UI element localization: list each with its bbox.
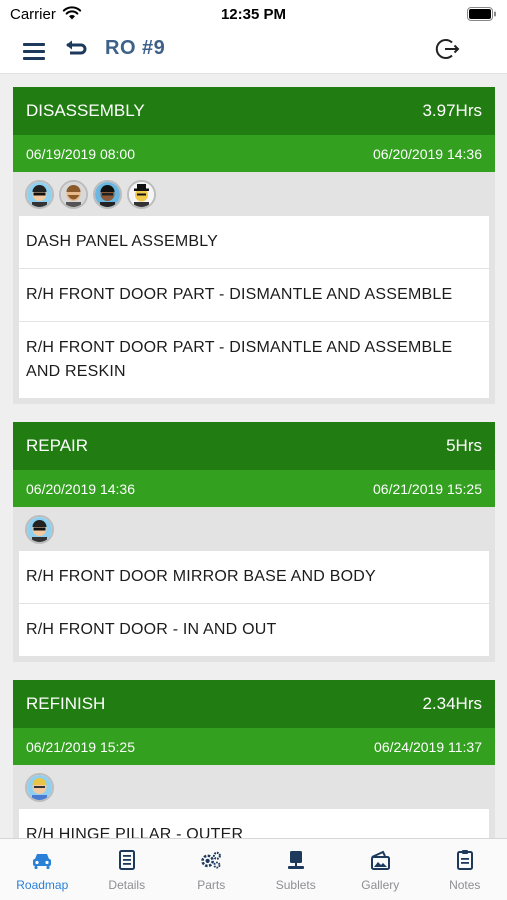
blonde-avatar[interactable] — [25, 772, 54, 802]
tab-label: Parts — [197, 878, 226, 892]
stage-start-date: 06/20/2019 14:36 — [26, 480, 135, 497]
tab-bar: Roadmap Details Parts Sublets Gallery No… — [0, 838, 507, 900]
stage-hours: 2.34Hrs — [422, 694, 482, 713]
task-item[interactable]: DASH PANEL ASSEMBLY — [19, 216, 489, 269]
stage-name: DISASSEMBLY — [26, 101, 145, 120]
stage-header: DISASSEMBLY 3.97Hrs — [13, 87, 495, 135]
tab-label: Sublets — [275, 878, 316, 892]
logout-icon[interactable] — [435, 36, 461, 62]
roadmap-screen: Carrier 12:35 PM RO #9 DISASSEMBLY 3.97H… — [0, 0, 507, 900]
task-item[interactable]: R/H FRONT DOOR PART - DISMANTLE AND ASSE… — [19, 269, 489, 322]
clock: 12:35 PM — [220, 6, 287, 23]
technician-avatars — [13, 172, 495, 216]
stage-name: REPAIR — [26, 436, 89, 455]
menu-icon[interactable] — [22, 40, 48, 62]
tab-label: Gallery — [361, 878, 400, 892]
tab-roadmap[interactable]: Roadmap — [0, 839, 85, 900]
task-item[interactable]: R/H FRONT DOOR PART - DISMANTLE AND ASSE… — [19, 322, 489, 398]
stage-card-disassembly[interactable]: DISASSEMBLY 3.97Hrs 06/19/2019 08:00 06/… — [13, 87, 495, 404]
task-item[interactable]: R/H FRONT DOOR - IN AND OUT — [19, 604, 489, 656]
document-icon — [118, 850, 135, 870]
monitor-icon — [287, 851, 304, 869]
back-arrow-icon[interactable] — [64, 39, 88, 61]
stage-end-date: 06/20/2019 14:36 — [373, 145, 482, 162]
stage-hours: 3.97Hrs — [422, 101, 482, 120]
technician-avatars — [13, 507, 495, 551]
battery-icon — [467, 7, 496, 21]
tab-parts[interactable]: Parts — [169, 839, 254, 900]
status-bar: Carrier 12:35 PM — [0, 0, 507, 30]
sunglasses-avatar[interactable] — [25, 514, 54, 544]
stage-dates: 06/21/2019 15:25 06/24/2019 11:37 — [13, 728, 495, 765]
sunglasses-avatar[interactable] — [25, 179, 54, 209]
navigation-bar: RO #9 — [0, 30, 507, 74]
task-list: DASH PANEL ASSEMBLY R/H FRONT DOOR PART … — [13, 216, 495, 404]
notes-icon — [456, 850, 473, 870]
stage-end-date: 06/24/2019 11:37 — [374, 738, 482, 755]
stage-start-date: 06/19/2019 08:00 — [26, 145, 135, 162]
tab-gallery[interactable]: Gallery — [338, 839, 423, 900]
stage-name: REFINISH — [26, 694, 106, 713]
bearded-avatar[interactable] — [59, 179, 88, 209]
page-title: RO #9 — [105, 37, 166, 59]
tab-sublets[interactable]: Sublets — [254, 839, 339, 900]
tab-label: Details — [108, 878, 146, 892]
tab-label: Roadmap — [16, 878, 69, 892]
gears-icon — [201, 851, 222, 869]
stage-start-date: 06/21/2019 15:25 — [26, 738, 135, 755]
stage-header: REPAIR 5Hrs — [13, 422, 495, 470]
tab-details[interactable]: Details — [85, 839, 170, 900]
roadmap-list[interactable]: DISASSEMBLY 3.97Hrs 06/19/2019 08:00 06/… — [13, 87, 495, 900]
gallery-icon — [371, 850, 391, 870]
dark-skin-avatar[interactable] — [93, 179, 122, 209]
task-list: R/H FRONT DOOR MIRROR BASE AND BODY R/H … — [13, 551, 495, 662]
stage-dates: 06/19/2019 08:00 06/20/2019 14:36 — [13, 135, 495, 172]
car-icon — [33, 854, 52, 869]
tab-label: Notes — [449, 878, 481, 892]
stage-card-repair[interactable]: REPAIR 5Hrs 06/20/2019 14:36 06/21/2019 … — [13, 422, 495, 662]
stage-header: REFINISH 2.34Hrs — [13, 680, 495, 728]
task-item[interactable]: R/H FRONT DOOR MIRROR BASE AND BODY — [19, 551, 489, 604]
stage-hours: 5Hrs — [446, 436, 482, 455]
tab-notes[interactable]: Notes — [423, 839, 507, 900]
technician-avatars — [13, 765, 495, 809]
hat-avatar[interactable] — [127, 179, 156, 209]
stage-end-date: 06/21/2019 15:25 — [373, 480, 482, 497]
stage-dates: 06/20/2019 14:36 06/21/2019 15:25 — [13, 470, 495, 507]
